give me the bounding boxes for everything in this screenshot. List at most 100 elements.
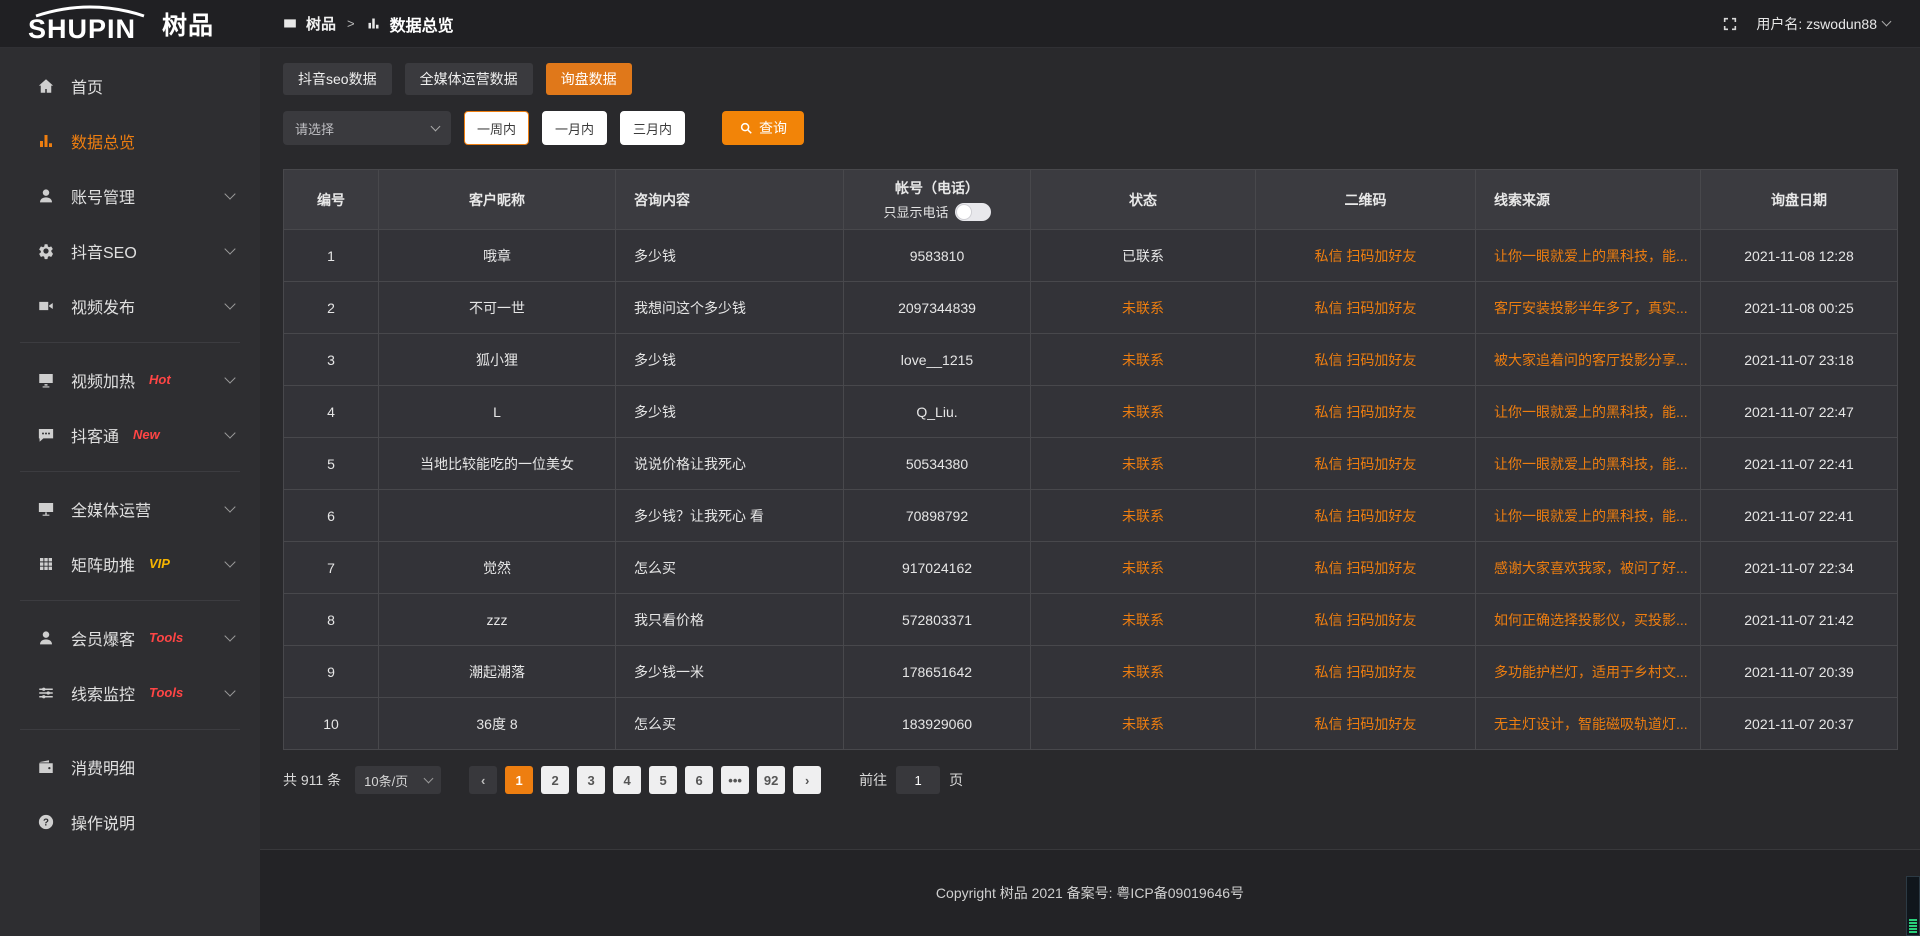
- row-id: 4: [284, 386, 379, 438]
- sidebar-item-help[interactable]: ?操作说明: [0, 794, 260, 849]
- row-source-link[interactable]: 客厅安装投影半年多了，真实...: [1494, 300, 1688, 316]
- row-nickname: [379, 490, 616, 542]
- fullscreen-icon[interactable]: [1722, 16, 1738, 32]
- row-status: 未联系: [1031, 594, 1256, 646]
- row-nickname: zzz: [487, 612, 508, 628]
- row-content: 多少钱: [616, 334, 844, 386]
- phone-only-toggle[interactable]: [955, 203, 991, 221]
- page-button-2[interactable]: 2: [541, 766, 569, 794]
- row-qrcode-links[interactable]: 私信 扫码加好友: [1315, 300, 1417, 316]
- page-ellipsis-button[interactable]: •••: [721, 766, 749, 794]
- row-source-link[interactable]: 如何正确选择投影仪，买投影...: [1494, 612, 1688, 628]
- row-qrcode-links[interactable]: 私信 扫码加好友: [1315, 508, 1417, 524]
- sidebar-item-video[interactable]: 视频发布: [0, 278, 260, 333]
- row-qrcode-links[interactable]: 私信 扫码加好友: [1315, 664, 1417, 680]
- row-nickname: L: [379, 386, 616, 438]
- row-status: 未联系: [1031, 282, 1256, 334]
- sidebar-item-grid[interactable]: 矩阵助推VIP: [0, 536, 260, 591]
- sidebar-item-chat[interactable]: 抖客通New: [0, 407, 260, 462]
- query-button[interactable]: 查询: [722, 111, 804, 145]
- sidebar-item-wallet[interactable]: 消费明细: [0, 739, 260, 794]
- row-qrcode-links[interactable]: 私信 扫码加好友: [1315, 404, 1417, 420]
- row-source-link[interactable]: 被大家追着问的客厅投影分享...: [1494, 352, 1688, 368]
- row-qrcode-links[interactable]: 私信 扫码加好友: [1315, 352, 1417, 368]
- row-nickname: 不可一世: [469, 300, 525, 316]
- page-button-92[interactable]: 92: [757, 766, 785, 794]
- row-account: 572803371: [844, 594, 1031, 646]
- sidebar-item-display[interactable]: 全媒体运营: [0, 481, 260, 536]
- row-source-link[interactable]: 无主灯设计，智能磁吸轨道灯...: [1494, 716, 1688, 732]
- row-source-link: 被大家追着问的客厅投影分享...: [1476, 334, 1701, 386]
- row-account: 572803371: [902, 612, 972, 628]
- period-month-button[interactable]: 一月内: [542, 111, 607, 145]
- row-account: Q_Liu.: [844, 386, 1031, 438]
- breadcrumb-home[interactable]: 树品: [306, 13, 336, 34]
- pagination: 共 911 条 10条/页 ‹ 123456•••92 › 前往 页: [283, 766, 1898, 794]
- row-id: 2: [284, 282, 379, 334]
- goto-page: 前往 页: [859, 766, 963, 794]
- sidebar-item-gear[interactable]: 抖音SEO: [0, 223, 260, 278]
- row-source-link[interactable]: 让你一眼就爱上的黑科技，能...: [1494, 456, 1688, 472]
- period-week-button[interactable]: 一周内: [464, 111, 529, 145]
- prev-page-button[interactable]: ‹: [469, 766, 497, 794]
- table-row: 1哦章多少钱9583810已联系私信 扫码加好友让你一眼就爱上的黑科技，能...…: [284, 230, 1898, 282]
- row-qrcode-links[interactable]: 私信 扫码加好友: [1315, 248, 1417, 264]
- col-header-source: 线索来源: [1476, 170, 1701, 230]
- sidebar-item-bar-chart[interactable]: 数据总览: [0, 113, 260, 168]
- page-button-6[interactable]: 6: [685, 766, 713, 794]
- row-source-link[interactable]: 多功能护栏灯，适用于乡村文...: [1494, 664, 1688, 680]
- sidebar-item-label: 数据总览: [71, 129, 135, 153]
- row-qrcode-links[interactable]: 私信 扫码加好友: [1315, 456, 1417, 472]
- row-nickname: 觉然: [379, 542, 616, 594]
- display-icon: [36, 500, 56, 518]
- user-menu[interactable]: 用户名: zswodun88: [1756, 14, 1890, 34]
- page-button-3[interactable]: 3: [577, 766, 605, 794]
- table-row: 3狐小狸多少钱love__1215未联系私信 扫码加好友被大家追着问的客厅投影分…: [284, 334, 1898, 386]
- sidebar-item-badge: Tools: [149, 630, 183, 645]
- row-source-link[interactable]: 让你一眼就爱上的黑科技，能...: [1494, 508, 1688, 524]
- sidebar-item-sliders[interactable]: 线索监控Tools: [0, 665, 260, 720]
- row-source-link[interactable]: 让你一眼就爱上的黑科技，能...: [1494, 248, 1688, 264]
- row-qrcode-links[interactable]: 私信 扫码加好友: [1315, 716, 1417, 732]
- col-header-content: 咨询内容: [616, 170, 844, 230]
- row-nickname: 潮起潮落: [469, 664, 525, 680]
- svg-text:?: ?: [43, 817, 49, 828]
- row-date: 2021-11-08 00:25: [1744, 300, 1854, 316]
- tab-omnimedia-data[interactable]: 全媒体运营数据: [405, 63, 533, 95]
- tab-inquiry-data[interactable]: 询盘数据: [546, 63, 632, 95]
- row-date: 2021-11-07 20:37: [1701, 698, 1898, 750]
- row-nickname: 不可一世: [379, 282, 616, 334]
- period-quarter-button[interactable]: 三月内: [620, 111, 685, 145]
- row-content: 我想问这个多少钱: [616, 282, 844, 334]
- table-row: 1036度 8怎么买183929060未联系私信 扫码加好友无主灯设计，智能磁吸…: [284, 698, 1898, 750]
- sidebar-item-user[interactable]: 账号管理: [0, 168, 260, 223]
- page-button-1[interactable]: 1: [505, 766, 533, 794]
- row-account: 70898792: [906, 508, 968, 524]
- next-page-button[interactable]: ›: [793, 766, 821, 794]
- sidebar-divider: [20, 729, 240, 730]
- sidebar-item-badge: VIP: [149, 556, 170, 571]
- row-source-link: 让你一眼就爱上的黑科技，能...: [1476, 438, 1701, 490]
- row-qrcode-links[interactable]: 私信 扫码加好友: [1315, 560, 1417, 576]
- sidebar-divider: [20, 342, 240, 343]
- goto-page-input[interactable]: [896, 766, 940, 794]
- row-source-link[interactable]: 让你一眼就爱上的黑科技，能...: [1494, 404, 1688, 420]
- row-status: 未联系: [1031, 334, 1256, 386]
- filter-select[interactable]: 请选择: [283, 111, 451, 145]
- tab-douyin-seo-data[interactable]: 抖音seo数据: [283, 63, 392, 95]
- row-content: 多少钱: [616, 230, 844, 282]
- page-button-4[interactable]: 4: [613, 766, 641, 794]
- page-size-select[interactable]: 10条/页: [355, 766, 441, 794]
- row-qrcode-links[interactable]: 私信 扫码加好友: [1315, 612, 1417, 628]
- video-icon: [36, 297, 56, 315]
- filter-bar: 请选择 一周内 一月内 三月内 查询: [283, 111, 1898, 145]
- page-button-5[interactable]: 5: [649, 766, 677, 794]
- sidebar-item-person[interactable]: 会员爆客Tools: [0, 610, 260, 665]
- sidebar-item-home[interactable]: 首页: [0, 58, 260, 113]
- row-account: 183929060: [902, 716, 972, 732]
- row-qrcode-links: 私信 扫码加好友: [1256, 542, 1476, 594]
- row-date: 2021-11-07 22:41: [1744, 508, 1854, 524]
- row-source-link[interactable]: 感谢大家喜欢我家，被问了好...: [1494, 560, 1688, 576]
- row-id: 8: [284, 594, 379, 646]
- sidebar-item-monitor[interactable]: 视频加热Hot: [0, 352, 260, 407]
